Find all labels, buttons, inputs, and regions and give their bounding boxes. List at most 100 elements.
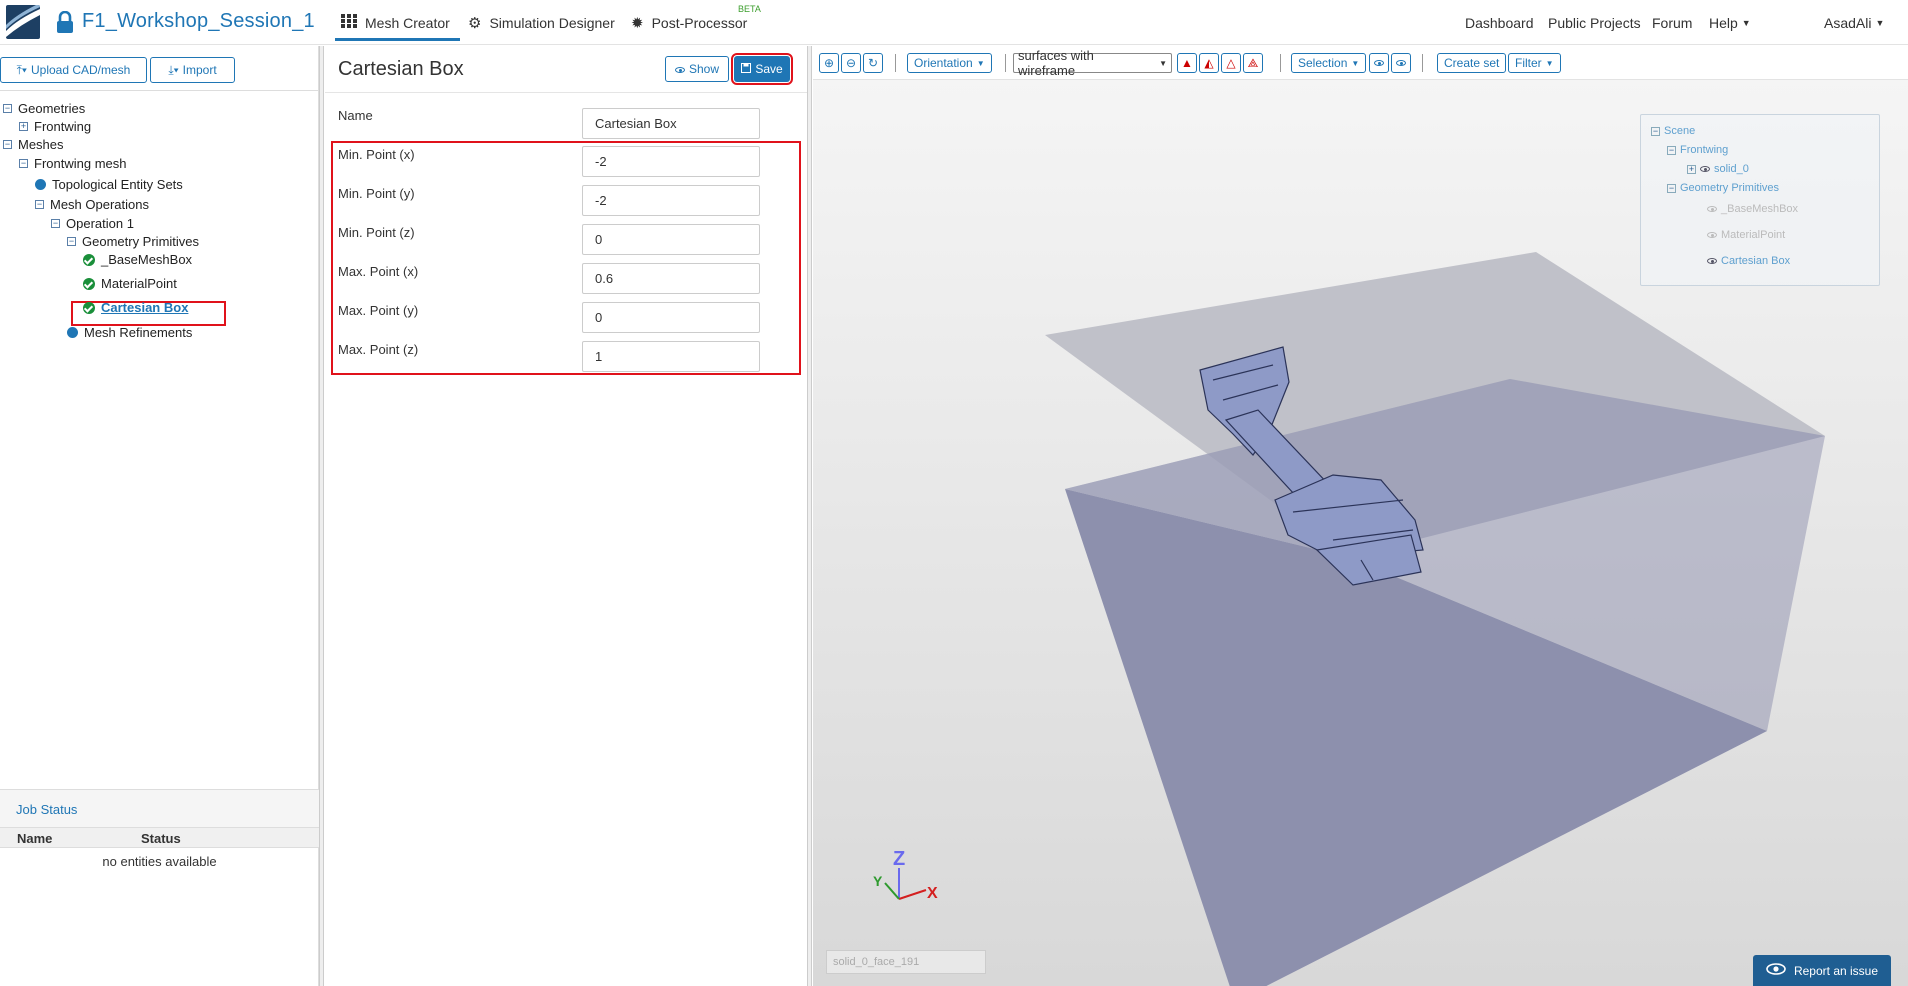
tree-geometries[interactable]: − Geometries bbox=[3, 101, 85, 116]
tab-simulation-designer[interactable]: ⚙ Simulation Designer bbox=[468, 14, 615, 32]
tree-label: MaterialPoint bbox=[101, 276, 177, 291]
tree-meshes[interactable]: − Meshes bbox=[3, 137, 64, 152]
max-z-input[interactable] bbox=[582, 341, 760, 372]
scene-geometry-primitives[interactable]: − Geometry Primitives bbox=[1667, 182, 1779, 194]
min-z-input[interactable] bbox=[582, 224, 760, 255]
tree-geometry-primitives[interactable]: − Geometry Primitives bbox=[67, 234, 199, 249]
selection-dropdown[interactable]: Selection ▼ bbox=[1291, 53, 1367, 73]
nav-dashboard[interactable]: Dashboard bbox=[1465, 15, 1534, 31]
project-title[interactable]: F1_Workshop_Session_1 bbox=[82, 10, 315, 33]
tree-base-mesh-box[interactable]: _BaseMeshBox bbox=[83, 252, 192, 267]
visibility-eye-icon[interactable] bbox=[1707, 206, 1717, 212]
upload-cad-button[interactable]: ⤒▾ Upload CAD/mesh bbox=[0, 57, 147, 83]
name-input[interactable] bbox=[582, 108, 760, 139]
scene-frontwing[interactable]: − Frontwing bbox=[1667, 144, 1728, 156]
filter-dropdown[interactable]: Filter ▼ bbox=[1508, 53, 1561, 73]
nav-help[interactable]: Help ▼ bbox=[1709, 15, 1751, 31]
collapse-icon[interactable]: − bbox=[1667, 145, 1676, 155]
viewer-toolbar: ⊕ ⊖ ↻ Orientation ▼ surfaces with wirefr… bbox=[813, 46, 1908, 80]
show-label: Show bbox=[688, 62, 720, 76]
col-status[interactable]: Status bbox=[141, 831, 181, 846]
job-table-header: Name Status bbox=[0, 828, 319, 848]
scene-label: Scene bbox=[1664, 125, 1696, 137]
max-x-input[interactable] bbox=[582, 263, 760, 294]
show-all-icon[interactable] bbox=[1391, 53, 1411, 73]
tree-operation-1[interactable]: − Operation 1 bbox=[51, 216, 134, 231]
axis-z-label: Z bbox=[893, 848, 905, 870]
collapse-icon[interactable]: − bbox=[1651, 126, 1660, 136]
save-button[interactable]: Save bbox=[731, 53, 793, 85]
render-mode-select[interactable]: surfaces with wireframe ▼ bbox=[1013, 48, 1172, 78]
tree-mesh-refinements[interactable]: Mesh Refinements bbox=[67, 325, 192, 340]
upload-icon: ⤒▾ bbox=[16, 62, 27, 77]
import-button[interactable]: ⤓▾ Import bbox=[150, 57, 235, 83]
collapse-icon[interactable]: − bbox=[3, 140, 12, 149]
toolbar-divider bbox=[1005, 54, 1006, 72]
tree-material-point[interactable]: MaterialPoint bbox=[83, 276, 177, 291]
3d-viewer[interactable]: ⊕ ⊖ ↻ Orientation ▼ surfaces with wirefr… bbox=[813, 46, 1908, 986]
col-name[interactable]: Name bbox=[17, 831, 52, 846]
tree-topological-sets[interactable]: Topological Entity Sets bbox=[35, 177, 183, 192]
tree-frontwing[interactable]: + Frontwing bbox=[19, 119, 91, 134]
hide-icon[interactable] bbox=[1369, 53, 1389, 73]
report-issue-button[interactable]: Report an issue bbox=[1753, 955, 1891, 986]
job-status-title[interactable]: Job Status bbox=[0, 790, 319, 828]
nav-public-projects[interactable]: Public Projects bbox=[1548, 15, 1641, 31]
zoom-in-icon[interactable]: ⊕ bbox=[819, 53, 839, 73]
visibility-eye-icon[interactable] bbox=[1707, 232, 1717, 238]
collapse-icon[interactable]: − bbox=[51, 219, 60, 228]
tree-label: Geometries bbox=[18, 101, 86, 116]
visibility-eye-icon[interactable] bbox=[1700, 166, 1710, 172]
tab-post-processor[interactable]: ✹ Post-Processor bbox=[631, 14, 747, 32]
tree-label: Mesh Operations bbox=[50, 197, 149, 212]
help-label: Help bbox=[1709, 15, 1738, 31]
orientation-label: Orientation bbox=[914, 56, 973, 70]
top-navbar: F1_Workshop_Session_1 Mesh Creator ⚙ Sim… bbox=[0, 0, 1908, 45]
visibility-eye-icon[interactable] bbox=[1707, 258, 1717, 264]
scene-cartesian-box[interactable]: Cartesian Box bbox=[1707, 255, 1790, 267]
tree-frontwing-mesh[interactable]: − Frontwing mesh bbox=[19, 156, 126, 171]
left-resize-handle[interactable] bbox=[319, 46, 324, 986]
scene-solid-0[interactable]: + solid_0 bbox=[1687, 163, 1749, 175]
tab-label: Post-Processor bbox=[651, 15, 748, 31]
left-panel: ⤒▾ Upload CAD/mesh ⤓▾ Import − Geometrie… bbox=[0, 46, 319, 986]
show-button[interactable]: Show bbox=[665, 56, 729, 82]
divider bbox=[325, 92, 807, 93]
min-z-label: Min. Point (z) bbox=[338, 225, 415, 240]
collapse-icon[interactable]: − bbox=[35, 200, 44, 209]
wireframe-icon[interactable]: △ bbox=[1221, 53, 1241, 73]
create-set-button[interactable]: Create set bbox=[1437, 53, 1507, 73]
caret-down-icon: ▼ bbox=[976, 58, 985, 68]
expand-icon[interactable]: + bbox=[19, 122, 28, 131]
lock-icon bbox=[56, 10, 74, 38]
tab-label: Simulation Designer bbox=[489, 15, 615, 31]
tab-mesh-creator[interactable]: Mesh Creator bbox=[335, 14, 460, 41]
orientation-dropdown[interactable]: Orientation ▼ bbox=[907, 53, 992, 73]
tab-label: Mesh Creator bbox=[365, 14, 450, 31]
tree-mesh-operations[interactable]: − Mesh Operations bbox=[35, 197, 149, 212]
right-resize-handle[interactable] bbox=[807, 46, 812, 986]
points-mode-icon[interactable]: ⟁ bbox=[1243, 53, 1263, 73]
tree-label: Topological Entity Sets bbox=[52, 177, 183, 192]
floppy-icon bbox=[741, 62, 752, 76]
surface-mode-icon[interactable]: ▲ bbox=[1177, 53, 1197, 73]
scene-root[interactable]: − Scene bbox=[1651, 125, 1695, 137]
min-x-input[interactable] bbox=[582, 146, 760, 177]
collapse-icon[interactable]: − bbox=[67, 237, 76, 246]
scene-base-mesh-box[interactable]: _BaseMeshBox bbox=[1707, 203, 1798, 215]
collapse-icon[interactable]: − bbox=[19, 159, 28, 168]
app-logo[interactable] bbox=[6, 5, 40, 39]
nav-forum[interactable]: Forum bbox=[1652, 15, 1692, 31]
collapse-icon[interactable]: − bbox=[3, 104, 12, 113]
max-y-input[interactable] bbox=[582, 302, 760, 333]
tree-cartesian-box[interactable]: Cartesian Box bbox=[83, 300, 188, 315]
collapse-icon[interactable]: − bbox=[1667, 183, 1676, 193]
expand-icon[interactable]: + bbox=[1687, 164, 1696, 174]
wireframe-surface-icon[interactable]: ◭ bbox=[1199, 53, 1219, 73]
user-menu[interactable]: AsadAli ▼ bbox=[1824, 15, 1884, 31]
min-y-input[interactable] bbox=[582, 185, 760, 216]
eye-icon bbox=[1766, 963, 1786, 978]
scene-material-point[interactable]: MaterialPoint bbox=[1707, 229, 1785, 241]
refresh-icon[interactable]: ↻ bbox=[863, 53, 883, 73]
zoom-out-icon[interactable]: ⊖ bbox=[841, 53, 861, 73]
